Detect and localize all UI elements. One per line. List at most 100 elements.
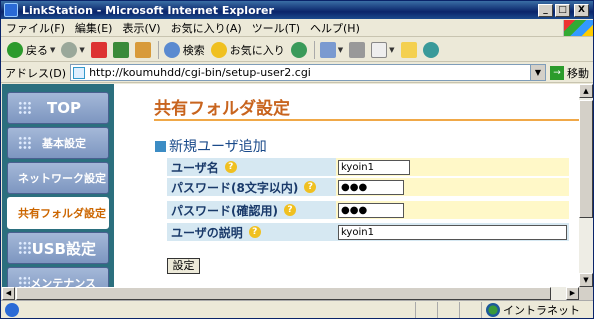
username-label: ユーザ名 xyxy=(171,160,219,175)
menu-help[interactable]: ヘルプ(H) xyxy=(305,20,365,36)
form-row-password-confirm: パスワード(確認用)? ●●● xyxy=(167,201,569,219)
history-icon xyxy=(290,41,307,58)
help-icon[interactable]: ? xyxy=(248,226,261,238)
favorites-button[interactable]: お気に入り xyxy=(209,39,287,61)
help-icon[interactable]: ? xyxy=(224,161,237,173)
go-label: 移動 xyxy=(567,66,589,80)
page-content: TOP 基本設定 ネットワーク設定 共有フォルダ設定 USB設定 メンテナンス … xyxy=(2,84,579,287)
username-value-cell: kyoin1 xyxy=(336,158,569,176)
chevron-down-icon: ▼ xyxy=(337,45,344,54)
scroll-right-arrow-icon[interactable]: ▶ xyxy=(566,287,579,300)
zone-label: イントラネット xyxy=(503,303,580,317)
description-input[interactable]: kyoin1 xyxy=(338,224,567,240)
grid-dots-icon xyxy=(18,276,31,287)
windows-logo-icon xyxy=(563,19,593,36)
address-input[interactable]: http://koumuhdd/cgi-bin/setup-user2.cgi … xyxy=(70,64,546,81)
menu-tools[interactable]: ツール(T) xyxy=(247,20,305,36)
status-cell xyxy=(459,301,481,318)
edit-button[interactable]: ▼ xyxy=(369,39,396,61)
username-input[interactable]: kyoin1 xyxy=(338,159,410,175)
intranet-icon xyxy=(486,302,500,317)
grid-dots-icon xyxy=(18,136,32,150)
folder-icon xyxy=(400,41,417,58)
vertical-scroll-thumb[interactable] xyxy=(579,100,593,218)
print-icon xyxy=(349,41,366,58)
stop-button[interactable] xyxy=(89,39,109,61)
edit-icon xyxy=(371,41,388,58)
back-button[interactable]: 戻る ▼ xyxy=(5,39,57,61)
section-heading: 新規ユーザ追加 xyxy=(155,136,267,156)
help-icon[interactable]: ? xyxy=(304,181,317,193)
page-icon xyxy=(73,66,86,79)
sidebar-item-top[interactable]: TOP xyxy=(7,92,109,124)
discuss-button[interactable] xyxy=(399,39,419,61)
vertical-scrollbar[interactable]: ▲ ▼ xyxy=(579,84,593,287)
page-status-icon xyxy=(5,302,19,317)
password-confirm-value-cell: ●●● xyxy=(336,201,569,219)
status-cell xyxy=(415,301,437,318)
search-icon xyxy=(163,41,180,58)
messenger-button[interactable] xyxy=(421,39,441,61)
scroll-up-arrow-icon[interactable]: ▲ xyxy=(579,84,593,98)
address-label: アドレス(D) xyxy=(5,66,67,80)
sidebar-item-network-settings[interactable]: ネットワーク設定 xyxy=(7,162,109,194)
refresh-icon xyxy=(112,41,129,58)
password-value-cell: ●●● xyxy=(336,178,569,196)
help-icon[interactable]: ? xyxy=(283,204,296,216)
minimize-button[interactable]: _ xyxy=(538,3,553,17)
address-dropdown-button[interactable]: ▼ xyxy=(530,65,545,80)
scroll-left-arrow-icon[interactable]: ◀ xyxy=(2,287,15,300)
menu-view[interactable]: 表示(V) xyxy=(117,20,165,36)
search-button[interactable]: 検索 xyxy=(162,39,207,61)
sidebar-item-basic-settings[interactable]: 基本設定 xyxy=(7,127,109,159)
square-bullet-icon xyxy=(155,140,166,152)
chevron-down-icon: ▼ xyxy=(389,45,395,54)
grid-dots-icon xyxy=(18,241,32,255)
sidebar-item-usb-settings[interactable]: USB設定 xyxy=(7,232,109,264)
ie-icon xyxy=(4,3,18,17)
browser-window: LinkStation - Microsoft Internet Explore… xyxy=(0,0,594,319)
password-label: パスワード(8文字以内) xyxy=(171,180,299,195)
main-panel: 共有フォルダ設定 新規ユーザ追加 ユーザ名? kyoin1 パスワード(8文字以… xyxy=(114,84,579,287)
mail-button[interactable]: ▼ xyxy=(318,39,345,61)
close-button[interactable]: X xyxy=(574,3,589,17)
horizontal-scrollbar[interactable]: ◀ ▶ xyxy=(2,287,579,300)
print-button[interactable] xyxy=(347,39,367,61)
address-url[interactable]: http://koumuhdd/cgi-bin/setup-user2.cgi xyxy=(89,66,530,79)
go-button[interactable]: → 移動 xyxy=(550,65,589,81)
password-confirm-input[interactable]: ●●● xyxy=(338,202,404,218)
chevron-down-icon: ▼ xyxy=(50,45,56,54)
title-bar[interactable]: LinkStation - Microsoft Internet Explore… xyxy=(1,1,593,19)
password-label-cell: パスワード(8文字以内)? xyxy=(167,178,336,196)
home-icon xyxy=(134,41,151,58)
forward-arrow-icon xyxy=(61,41,78,58)
forward-button[interactable]: ▼ xyxy=(59,39,86,61)
toolbar-separator xyxy=(313,40,315,59)
chevron-down-icon: ▼ xyxy=(79,45,85,54)
maximize-button[interactable]: □ xyxy=(555,3,570,17)
go-arrow-icon: → xyxy=(550,65,564,80)
stop-icon xyxy=(90,41,107,58)
submit-button[interactable]: 設定 xyxy=(167,258,200,274)
history-button[interactable] xyxy=(289,39,309,61)
refresh-button[interactable] xyxy=(111,39,131,61)
scroll-down-arrow-icon[interactable]: ▼ xyxy=(579,273,593,287)
toolbar-separator xyxy=(157,40,159,59)
sidebar-item-shared-folder-settings[interactable]: 共有フォルダ設定 xyxy=(7,197,109,229)
mail-icon xyxy=(319,41,336,58)
horizontal-scroll-thumb[interactable] xyxy=(16,287,551,300)
section-title: 新規ユーザ追加 xyxy=(169,139,267,155)
description-label-cell: ユーザの説明? xyxy=(167,223,336,241)
password-input[interactable]: ●●● xyxy=(338,179,404,195)
sidebar-item-maintenance[interactable]: メンテナンス xyxy=(7,267,109,287)
menu-file[interactable]: ファイル(F) xyxy=(1,20,70,36)
menu-bar: ファイル(F) 編集(E) 表示(V) お気に入り(A) ツール(T) ヘルプ(… xyxy=(1,19,593,37)
password-confirm-label-cell: パスワード(確認用)? xyxy=(167,201,336,219)
menu-edit[interactable]: 編集(E) xyxy=(70,20,118,36)
description-value-cell: kyoin1 xyxy=(336,223,569,241)
password-confirm-label: パスワード(確認用) xyxy=(171,203,278,218)
window-title: LinkStation - Microsoft Internet Explore… xyxy=(22,3,274,17)
home-button[interactable] xyxy=(133,39,153,61)
menu-favorites[interactable]: お気に入り(A) xyxy=(166,20,247,36)
title-underline xyxy=(154,119,579,121)
